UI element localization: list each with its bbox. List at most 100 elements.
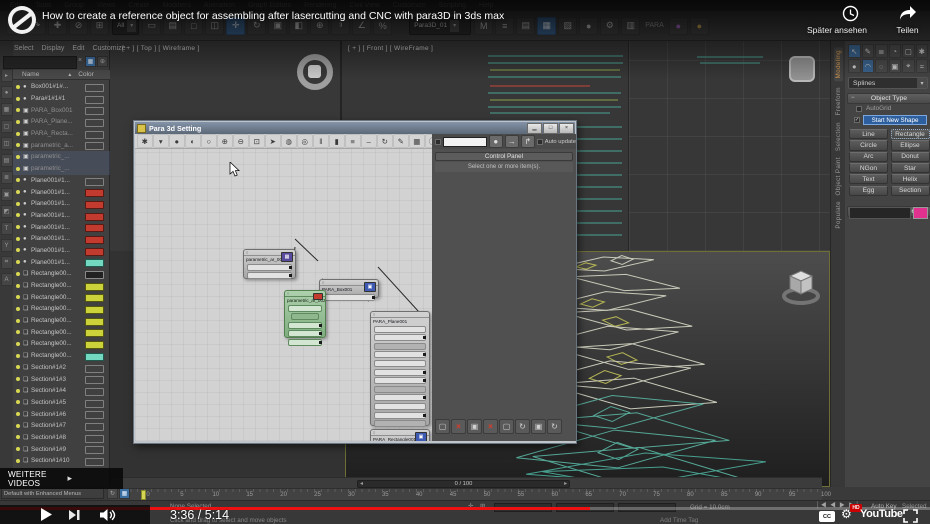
color-swatch[interactable]: [85, 411, 104, 420]
object-type-button-rectangle[interactable]: Rectangle: [890, 129, 930, 140]
visibility-bulb-icon[interactable]: [16, 108, 20, 113]
object-type-button-section[interactable]: Section: [890, 185, 930, 196]
workspace-settings-icon[interactable]: ▦: [119, 488, 130, 499]
node-param-slot[interactable]: [288, 321, 322, 329]
share-label[interactable]: Teilen: [885, 25, 930, 35]
visibility-bulb-icon[interactable]: [16, 341, 20, 346]
channel-avatar[interactable]: [8, 6, 36, 34]
explorer-row-plane001-1[interactable]: ● Plane001#1...: [13, 221, 110, 233]
explorer-row-box001-1[interactable]: ● Box001#1#...: [13, 81, 110, 93]
youtube-logo[interactable]: YouTube: [860, 508, 903, 520]
explorer-row-plane001-1[interactable]: ● Plane001#1...: [13, 233, 110, 245]
color-swatch[interactable]: [85, 352, 104, 361]
explorer-row-rectangle00[interactable]: ❏ Rectangle00...: [13, 268, 110, 280]
explorer-strip-icon-7[interactable]: ▣: [0, 188, 13, 201]
node-param-slot[interactable]: [323, 293, 375, 301]
volume-icon[interactable]: [99, 508, 116, 522]
color-swatch[interactable]: [85, 434, 104, 443]
close-button[interactable]: ×: [559, 122, 574, 134]
node-param-slot[interactable]: [291, 313, 319, 321]
share-icon[interactable]: [899, 5, 917, 21]
color-swatch[interactable]: [85, 200, 104, 209]
menu-animation[interactable]: Animation: [204, 2, 235, 9]
toolbar-render-setup-icon[interactable]: ⚙: [600, 16, 620, 35]
explorer-row-section-1-8[interactable]: ❏ Section#1#8: [13, 432, 110, 444]
explorer-row-parametric[interactable]: ▣ parametric_...: [13, 162, 110, 175]
visibility-bulb-icon[interactable]: [16, 131, 20, 136]
explorer-row-rectangle00[interactable]: ❏ Rectangle00...: [13, 291, 110, 303]
next-icon[interactable]: [69, 509, 81, 521]
minimize-button[interactable]: ▁: [527, 122, 542, 134]
visibility-bulb-icon[interactable]: [16, 423, 20, 428]
panel-checkbox[interactable]: [435, 138, 441, 145]
visibility-bulb-icon[interactable]: [16, 353, 20, 358]
name-column-header[interactable]: Name: [13, 71, 39, 78]
object-type-button-donut[interactable]: Donut: [890, 151, 930, 162]
auto-update-checkbox[interactable]: [536, 138, 543, 145]
ribbon-tab-object-paint[interactable]: Object Paint: [835, 157, 842, 196]
search-input[interactable]: [3, 56, 77, 69]
dialog-bulb-off-icon[interactable]: ◎: [297, 134, 313, 148]
dialog-delete-checked-page-icon[interactable]: ▣: [467, 419, 482, 434]
dialog-create-node-dropdown-icon[interactable]: ▾: [153, 134, 169, 148]
node-param-slot[interactable]: [374, 342, 426, 350]
explorer-row-plane001-1[interactable]: ● Plane001#1...: [13, 256, 110, 268]
object-type-button-ellipse[interactable]: Ellipse: [890, 140, 930, 151]
menu-tools[interactable]: Tools: [35, 2, 51, 9]
visibility-bulb-icon[interactable]: [16, 119, 20, 124]
frame-back-icon[interactable]: ◂: [360, 481, 363, 487]
node-param-slot[interactable]: [374, 351, 426, 359]
visibility-bulb-icon[interactable]: [16, 295, 20, 300]
dialog-create-node-icon[interactable]: ✱: [137, 134, 153, 148]
explorer-strip-icon-8[interactable]: ◩: [0, 205, 13, 218]
explorer-row-plane001-1[interactable]: ● Plane001#1...: [13, 186, 110, 198]
visibility-bulb-icon[interactable]: [16, 166, 20, 171]
color-swatch[interactable]: [85, 271, 104, 279]
node-canvas[interactable]: ≡ parametric_ar_001 ▦ ≡ PARA_Box001 ▣ ≡ …: [135, 149, 432, 441]
object-type-button-star[interactable]: Star: [890, 162, 930, 174]
dialog-zoom-out-icon[interactable]: ⊖: [233, 134, 249, 148]
explorer-row-para-box001[interactable]: ▣ PARA_Box001: [13, 104, 110, 116]
visibility-bulb-icon[interactable]: [16, 447, 20, 452]
menu-customize[interactable]: Customize: [393, 2, 426, 9]
color-swatch[interactable]: [85, 399, 104, 408]
explorer-column-headers[interactable]: Name ▲ Color: [13, 70, 110, 80]
node-param-slot[interactable]: [374, 394, 426, 402]
explorer-strip-icon-2[interactable]: ▦: [0, 103, 13, 116]
explorer-menu-edit[interactable]: Edit: [72, 45, 84, 52]
color-swatch[interactable]: [85, 364, 104, 373]
color-swatch[interactable]: [85, 422, 104, 431]
dialog-collapse-all-icon[interactable]: –: [361, 134, 377, 148]
dialog-bulb-on-icon[interactable]: ◍: [281, 134, 297, 148]
explorer-menu-select[interactable]: Select: [14, 45, 33, 52]
ribbon-tab-modeling[interactable]: Modeling: [833, 47, 843, 82]
visibility-bulb-icon[interactable]: [16, 154, 20, 159]
explorer-row-para-1-1-1[interactable]: ● Para#1#1#1: [13, 93, 110, 105]
visibility-bulb-icon[interactable]: [16, 365, 20, 370]
sphere-button[interactable]: ●: [488, 135, 503, 148]
visibility-bulb-icon[interactable]: [16, 178, 20, 183]
ribbon-tab-populate[interactable]: Populate: [835, 201, 842, 229]
object-type-button-helix[interactable]: Helix: [890, 174, 930, 185]
visibility-bulb-icon[interactable]: [16, 248, 20, 253]
node-param-slot[interactable]: [374, 325, 426, 333]
color-swatch[interactable]: [85, 294, 104, 303]
object-type-button-egg[interactable]: Egg: [849, 185, 888, 196]
color-swatch[interactable]: [85, 224, 104, 233]
menu-scripting[interactable]: Scripting: [439, 2, 466, 9]
visibility-bulb-icon[interactable]: [16, 412, 20, 417]
para3d-dialog[interactable]: Para 3d Setting ▁ □ × ✱ ▾ ● ◐ ○ ⊕ ⊖ ⊡ ➤ ◍ ◎ ‖ ▮ ≡ – ↻ ✎ ▦…: [133, 120, 577, 444]
workspace-dropdown[interactable]: Default with Enhanced Menus: [1, 488, 104, 499]
explorer-row-para-recta[interactable]: ▣ PARA_Recta...: [13, 128, 110, 140]
node-parametric-array-1[interactable]: ≡ parametric_ar_001 ▦: [243, 249, 296, 280]
track-bar[interactable]: 0 5 10 15 20 25 30 35 40 45 50 55 60 65 70 75 80 85 90 95 10…: [110, 488, 831, 500]
dialog-node-empty-icon[interactable]: ○: [201, 134, 217, 148]
object-type-button-circle[interactable]: Circle: [849, 140, 888, 151]
node-param-slot[interactable]: [374, 368, 426, 376]
explorer-row-rectangle00[interactable]: ❏ Rectangle00...: [13, 338, 110, 350]
viewport-top-label[interactable]: [ + ] [ Top ] [ Wireframe ]: [122, 45, 200, 52]
toolbar-rendered-frame-window-icon[interactable]: ▥: [621, 16, 641, 35]
object-name-field[interactable]: [849, 207, 911, 219]
menu-civil-view[interactable]: Civil View: [349, 2, 379, 9]
explorer-strip-icon-4[interactable]: ◫: [0, 137, 13, 150]
